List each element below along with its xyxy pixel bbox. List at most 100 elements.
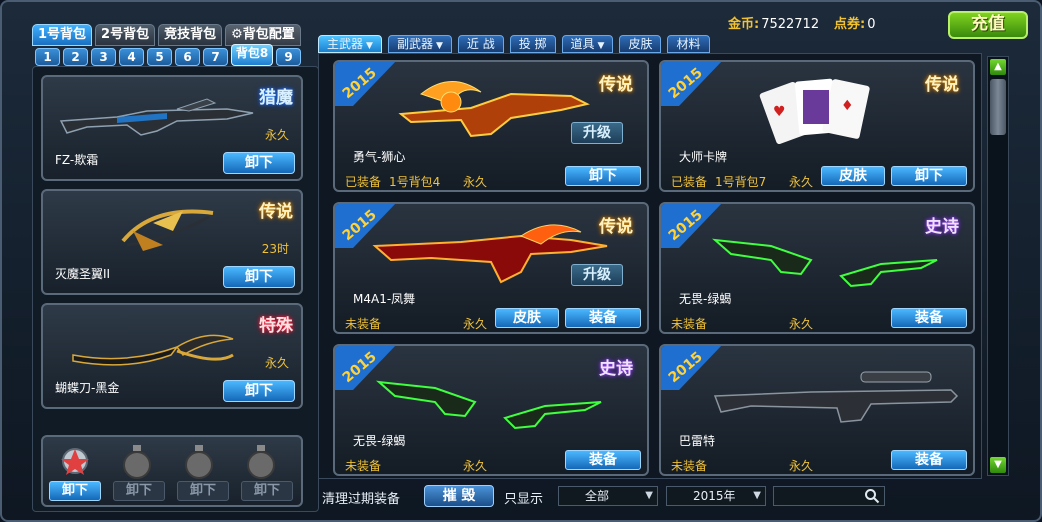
slot-tab-8[interactable]: 背包8 (231, 44, 273, 66)
svg-text:♦: ♦ (841, 98, 854, 114)
item-name: 巴雷特 (679, 434, 716, 448)
tab-label: 皮肤 (628, 37, 653, 51)
grenade-icon (185, 445, 213, 479)
tab-skins[interactable]: 皮肤 (619, 35, 662, 53)
grenade-icon (123, 445, 151, 479)
slot-tab-9[interactable]: 9 (276, 48, 301, 66)
unequip-button[interactable]: 卸下 (223, 266, 295, 288)
tab-secondary-weapon[interactable]: 副武器 ▼ (387, 35, 452, 53)
item-name: 无畏-绿蝎 (353, 434, 406, 448)
slot-tab-2[interactable]: 2 (63, 48, 88, 66)
equipped-list: 猎魔 永久 FZ-欺霜 卸下 传说 23时 灭魔圣翼II 卸下 特殊 永久 蝴蝶… (32, 66, 319, 512)
unequip-button[interactable]: 卸下 (223, 380, 295, 402)
upgrade-button[interactable]: 升级 (571, 122, 623, 144)
year-select[interactable]: 2015年 ▼ (666, 486, 766, 506)
scroll-up-icon[interactable]: ▲ (990, 59, 1006, 75)
item-name: FZ-欺霜 (55, 153, 99, 167)
item-name: 勇气-狮心 (353, 150, 406, 164)
chevron-down-icon: ▼ (366, 41, 373, 51)
unequip-grenade-1-button[interactable]: 卸下 (49, 481, 101, 501)
tab-bag-1[interactable]: 1号背包 (32, 24, 93, 46)
slot-tab-6[interactable]: 6 (175, 48, 200, 66)
tab-bag-2[interactable]: 2号背包 (95, 24, 156, 46)
grenade-slot-4[interactable] (239, 441, 283, 481)
grenade-slot-3[interactable] (177, 441, 221, 481)
weapon-image (375, 380, 602, 430)
skin-button[interactable]: 皮肤 (495, 308, 559, 328)
search-icon[interactable] (864, 488, 880, 504)
slot-tab-4[interactable]: 4 (119, 48, 144, 66)
scroll-thumb[interactable] (990, 79, 1006, 135)
chevron-down-icon: ▼ (435, 41, 443, 51)
bow-image (121, 209, 214, 251)
item-card[interactable]: 2015 传说 升级 勇气-狮心 已装备 1号背包4 永久 卸下 (333, 60, 649, 192)
gear-icon: ⚙ (231, 27, 243, 42)
scroll-down-icon[interactable]: ▼ (990, 457, 1006, 473)
unequip-button[interactable]: 卸下 (223, 152, 295, 174)
year-ribbon: 2015 (661, 62, 722, 106)
item-card[interactable]: 2015 史诗 无畏-绿蝎 未装备 永久 装备 (659, 202, 975, 334)
unequip-grenade-2-button[interactable]: 卸下 (113, 481, 165, 501)
tab-label: 道具 (570, 37, 595, 51)
tab-label: 近 战 (466, 37, 495, 51)
slot-tab-1[interactable]: 1 (35, 48, 60, 66)
tab-items[interactable]: 道具 ▼ (561, 35, 614, 53)
bag-tabs: 1号背包 2号背包 竞技背包 ⚙背包配置 (32, 24, 301, 46)
equip-status: 未装备 (671, 317, 708, 331)
recharge-button[interactable]: 充值 (948, 11, 1028, 39)
equip-button[interactable]: 装备 (565, 308, 641, 328)
item-card[interactable]: 2015 传说 升级 M4A1-凤舞 未装备 永久 皮肤 装备 (333, 202, 649, 334)
rarity-badge: 传说 (599, 75, 633, 95)
coupon-value: 0 (867, 17, 876, 32)
equipped-slot-primary[interactable]: 猎魔 永久 FZ-欺霜 卸下 (41, 75, 303, 181)
chevron-down-icon: ▼ (645, 490, 653, 501)
chevron-down-icon: ▼ (753, 490, 761, 501)
bag-slot-tabs: 1 2 3 4 5 6 7 背包8 9 (35, 44, 301, 66)
duration-text: 永久 (264, 128, 289, 142)
knife-image (72, 334, 234, 366)
tab-melee[interactable]: 近 战 (457, 35, 504, 53)
tab-label: 主武器 (327, 37, 364, 51)
rarity-badge: 传说 (259, 202, 293, 222)
slot-tab-7[interactable]: 7 (203, 48, 228, 66)
item-grid-scrollbar[interactable]: ▲ ▼ (987, 56, 1009, 476)
unequip-grenade-3-button[interactable]: 卸下 (177, 481, 229, 501)
unequip-button[interactable]: 卸下 (891, 166, 967, 186)
equip-button[interactable]: 装备 (891, 450, 967, 470)
year-ribbon: 2015 (335, 62, 396, 106)
equip-button[interactable]: 装备 (565, 450, 641, 470)
equip-button[interactable]: 装备 (891, 308, 967, 328)
rifle-image (59, 98, 254, 136)
search-input[interactable] (773, 486, 885, 506)
rarity-badge: 史诗 (925, 217, 959, 237)
coupon-balance: 点券: 0 (834, 13, 875, 32)
item-grid: 2015 传说 升级 勇气-狮心 已装备 1号背包4 永久 卸下 2015 ♦ ♥… (318, 53, 982, 479)
item-card[interactable]: 2015 巴雷特 未装备 永久 装备 (659, 344, 975, 476)
filter-select[interactable]: 全部 ▼ (558, 486, 658, 506)
slot-tab-5[interactable]: 5 (147, 48, 172, 66)
item-card[interactable]: 2015 史诗 无畏-绿蝎 未装备 永久 装备 (333, 344, 649, 476)
tab-bag-arena[interactable]: 竞技背包 (158, 24, 223, 46)
grenade-slot-1[interactable] (53, 441, 97, 481)
unequip-grenade-4-button[interactable]: 卸下 (241, 481, 293, 501)
equipped-slot-secondary[interactable]: 传说 23时 灭魔圣翼II 卸下 (41, 189, 303, 295)
equip-status: 已装备 (671, 175, 708, 189)
tab-bag-config[interactable]: ⚙背包配置 (225, 24, 301, 46)
destroy-button[interactable]: 摧 毁 (424, 485, 494, 507)
duration-text: 23时 (261, 242, 289, 256)
equip-status: 未装备 (671, 459, 708, 473)
unequip-button[interactable]: 卸下 (565, 166, 641, 186)
tab-primary-weapon[interactable]: 主武器 ▼ (318, 35, 382, 53)
clean-expired-label: 清理过期装备 (322, 492, 401, 507)
skin-button[interactable]: 皮肤 (821, 166, 885, 186)
bag-config-label: 背包配置 (242, 27, 295, 42)
tab-materials[interactable]: 材料 (667, 35, 710, 53)
upgrade-button[interactable]: 升级 (571, 264, 623, 286)
slot-tab-3[interactable]: 3 (91, 48, 116, 66)
equipped-slot-melee[interactable]: 特殊 永久 蝴蝶刀-黑金 卸下 (41, 303, 303, 409)
rarity-badge: 猎魔 (259, 88, 293, 108)
item-card[interactable]: 2015 ♦ ♥ 传说 大师卡牌 已装备 1号背包7 永久 皮肤 卸下 (659, 60, 975, 192)
grenade-slot-2[interactable] (115, 441, 159, 481)
tab-throwable[interactable]: 投 掷 (509, 35, 556, 53)
item-name: 蝴蝶刀-黑金 (55, 381, 120, 395)
